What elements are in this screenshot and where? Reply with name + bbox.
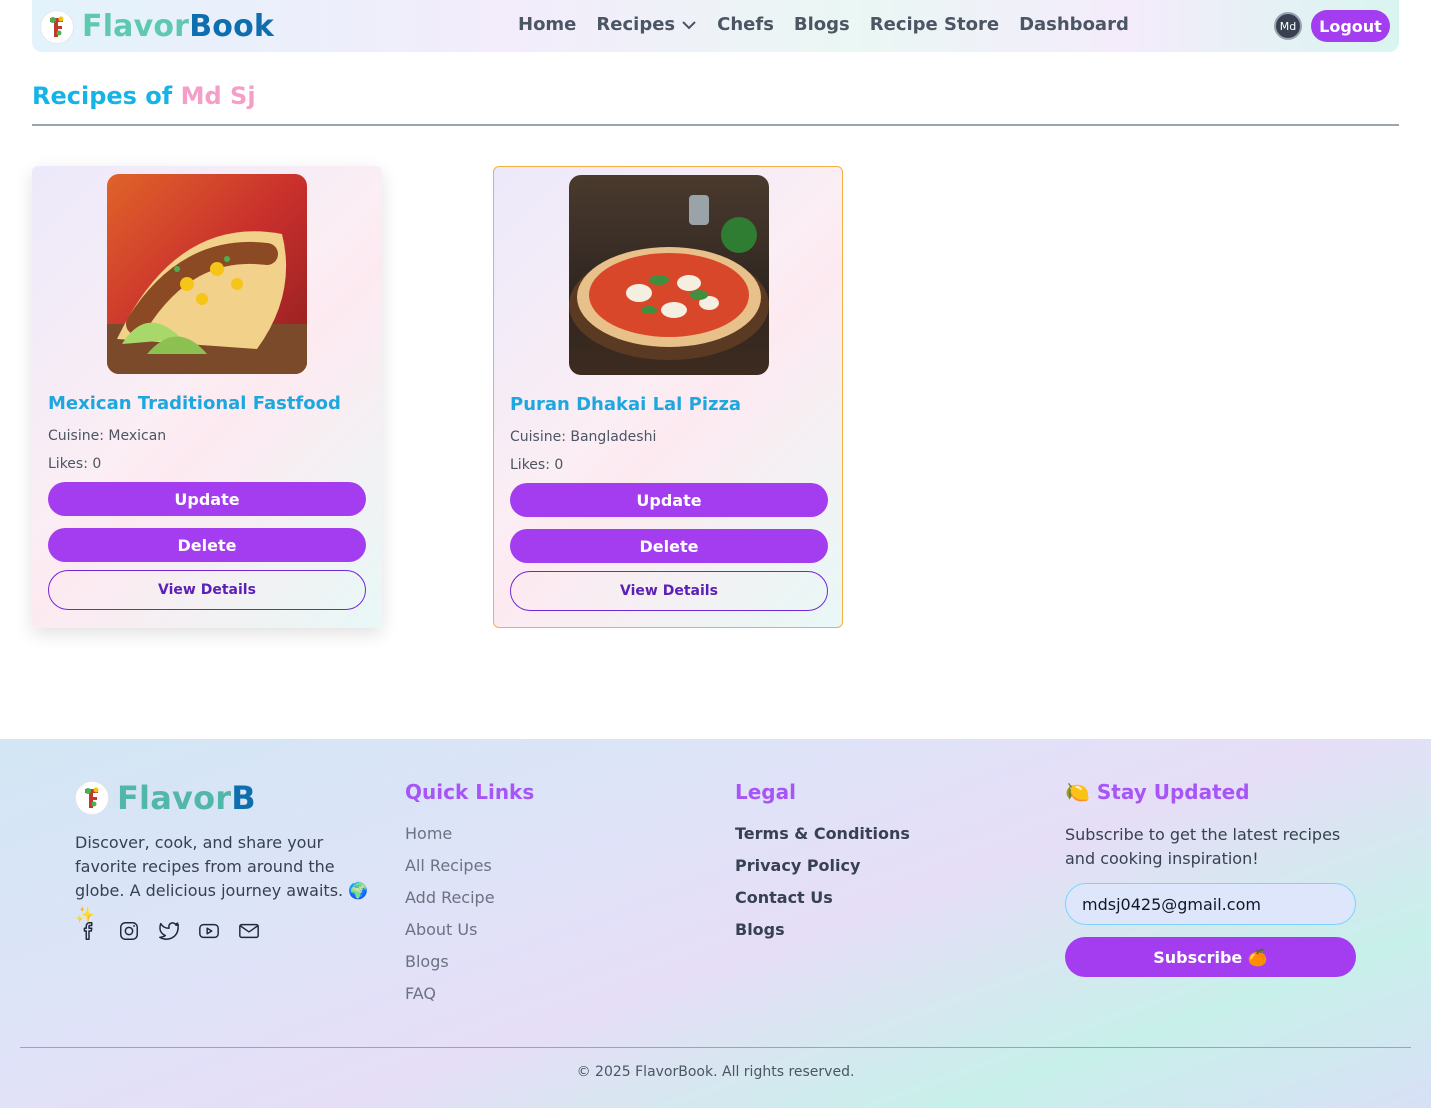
nav-links: Home Recipes Chefs Blogs Recipe Store Da… [518, 14, 1149, 35]
nav-blogs[interactable]: Blogs [794, 14, 850, 35]
quick-links-title: Quick Links [405, 780, 535, 804]
newsletter-title: 🍋 Stay Updated [1065, 780, 1250, 804]
recipe-title[interactable]: Mexican Traditional Fastfood [48, 393, 341, 414]
nav-dashboard[interactable]: Dashboard [1019, 14, 1129, 35]
page-title: Recipes of Md Sj [32, 82, 256, 110]
page-title-prefix: Recipes of [32, 82, 173, 110]
newsletter-text: Subscribe to get the latest recipes and … [1065, 825, 1341, 868]
mail-icon[interactable] [237, 919, 261, 943]
footer-link-about-us[interactable]: About Us [405, 919, 495, 951]
recipe-likes: Likes: 0 [510, 457, 564, 473]
delete-button[interactable]: Delete [510, 529, 828, 563]
chef-logo-icon [75, 781, 109, 815]
divider [32, 124, 1399, 126]
footer-link-blogs[interactable]: Blogs [405, 951, 495, 983]
view-details-button[interactable]: View Details [48, 570, 366, 610]
footer-link-legal-blogs[interactable]: Blogs [735, 919, 910, 951]
facebook-icon[interactable] [77, 919, 101, 943]
footer-link-faq[interactable]: FAQ [405, 983, 495, 1015]
recipe-cuisine: Cuisine: Mexican [48, 428, 167, 444]
page-title-user: Md Sj [180, 82, 256, 110]
instagram-icon[interactable] [117, 919, 141, 943]
nav-home[interactable]: Home [518, 14, 576, 35]
nav-recipe-store[interactable]: Recipe Store [870, 14, 999, 35]
update-button[interactable]: Update [48, 482, 366, 516]
footer-link-add-recipe[interactable]: Add Recipe [405, 887, 495, 919]
footer-brand[interactable]: FlavorB [75, 779, 256, 817]
footer-link-terms[interactable]: Terms & Conditions [735, 823, 910, 855]
footer-brand-name: FlavorB [117, 779, 256, 817]
chevron-down-icon [681, 14, 697, 35]
quick-links-list: Home All Recipes Add Recipe About Us Blo… [405, 823, 495, 1015]
footer-divider [20, 1047, 1411, 1048]
recipe-likes: Likes: 0 [48, 456, 102, 472]
recipe-title[interactable]: Puran Dhakai Lal Pizza [510, 394, 741, 415]
youtube-icon[interactable] [197, 919, 221, 943]
view-details-button[interactable]: View Details [510, 571, 828, 611]
nav-recipes-dropdown[interactable]: Recipes [596, 14, 697, 35]
update-button[interactable]: Update [510, 483, 828, 517]
recipe-image-tacos [107, 174, 307, 374]
nav-chefs[interactable]: Chefs [717, 14, 774, 35]
footer-link-privacy[interactable]: Privacy Policy [735, 855, 910, 887]
newsletter-email-input[interactable] [1065, 883, 1356, 925]
recipe-card: Mexican Traditional Fastfood Cuisine: Me… [32, 166, 382, 628]
brand-name: FlavorBook [82, 9, 275, 44]
top-navbar: FlavorBook Home Recipes Chefs Blogs Reci… [32, 0, 1399, 52]
footer-link-contact[interactable]: Contact Us [735, 887, 910, 919]
footer: FlavorB Discover, cook, and share your f… [0, 739, 1431, 1108]
nav-recipes-label: Recipes [596, 14, 676, 35]
delete-button[interactable]: Delete [48, 528, 366, 562]
social-links [77, 919, 277, 943]
legal-title: Legal [735, 780, 796, 804]
user-avatar[interactable]: Md [1274, 12, 1302, 40]
recipe-image-pizza [569, 175, 769, 375]
recipe-card: Puran Dhakai Lal Pizza Cuisine: Banglade… [493, 166, 843, 628]
subscribe-button[interactable]: Subscribe 🍊 [1065, 937, 1356, 977]
footer-link-all-recipes[interactable]: All Recipes [405, 855, 495, 887]
brand-logo[interactable]: FlavorBook [40, 9, 274, 44]
chef-logo-icon [40, 9, 74, 44]
footer-link-home[interactable]: Home [405, 823, 495, 855]
recipe-cuisine: Cuisine: Bangladeshi [510, 429, 657, 445]
legal-links-list: Terms & Conditions Privacy Policy Contac… [735, 823, 910, 951]
twitter-icon[interactable] [157, 919, 181, 943]
copyright-text: © 2025 FlavorBook. All rights reserved. [576, 1064, 855, 1080]
footer-description: Discover, cook, and share your favorite … [75, 833, 369, 924]
logout-button[interactable]: Logout [1311, 10, 1390, 42]
